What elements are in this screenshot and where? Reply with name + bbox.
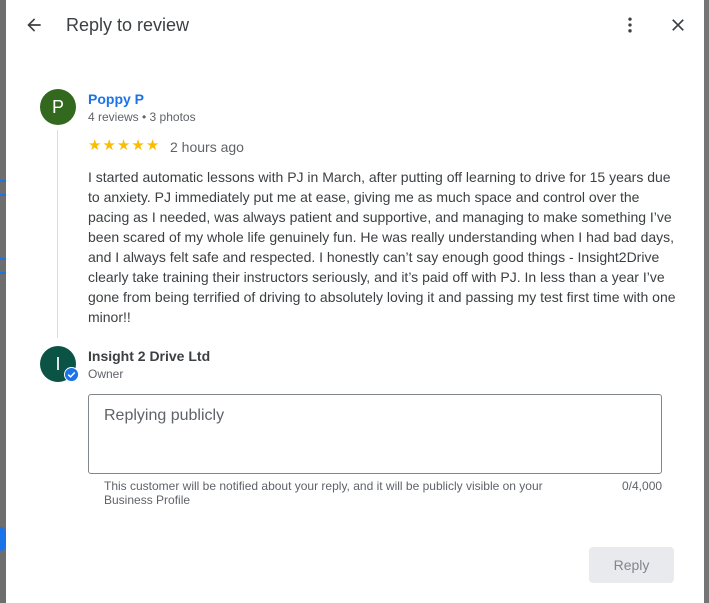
more-options-button[interactable] — [616, 11, 644, 39]
star-icon: ★ — [88, 137, 102, 154]
reply-helper-text: This customer will be notified about you… — [104, 479, 543, 507]
close-icon — [672, 19, 684, 31]
star-icon: ★ — [116, 137, 131, 154]
reply-input[interactable] — [88, 394, 662, 474]
arrow-back-icon — [27, 18, 41, 32]
reply-button[interactable]: Reply — [589, 547, 674, 583]
star-icon: ★ — [131, 137, 145, 154]
verified-check-icon — [64, 367, 79, 382]
more-vert-icon — [628, 17, 632, 33]
back-button[interactable] — [20, 11, 48, 39]
star-icon: ★ — [102, 137, 116, 154]
owner-name: Insight 2 Drive Ltd — [88, 348, 211, 364]
reviewer-meta: 4 reviews • 3 photos — [88, 110, 196, 124]
character-count: 0/4,000 — [622, 479, 663, 493]
review-text: I started automatic lessons with PJ in M… — [88, 169, 676, 325]
star-rating: ★ ★ ★ ★ ★ — [88, 138, 159, 154]
dialog-title: Reply to review — [66, 15, 190, 35]
review-time: 2 hours ago — [170, 139, 244, 155]
reviewer-name[interactable]: Poppy P — [88, 91, 144, 107]
reviewer-avatar[interactable]: P — [40, 89, 76, 125]
close-button[interactable] — [664, 11, 692, 39]
dialog-header: Reply to review — [6, 0, 704, 50]
star-icon: ★ — [145, 137, 160, 154]
owner-role: Owner — [88, 367, 124, 381]
thread-line — [57, 130, 58, 338]
reply-dialog: Reply to review P Poppy P 4 reviews • 3 … — [6, 0, 704, 603]
